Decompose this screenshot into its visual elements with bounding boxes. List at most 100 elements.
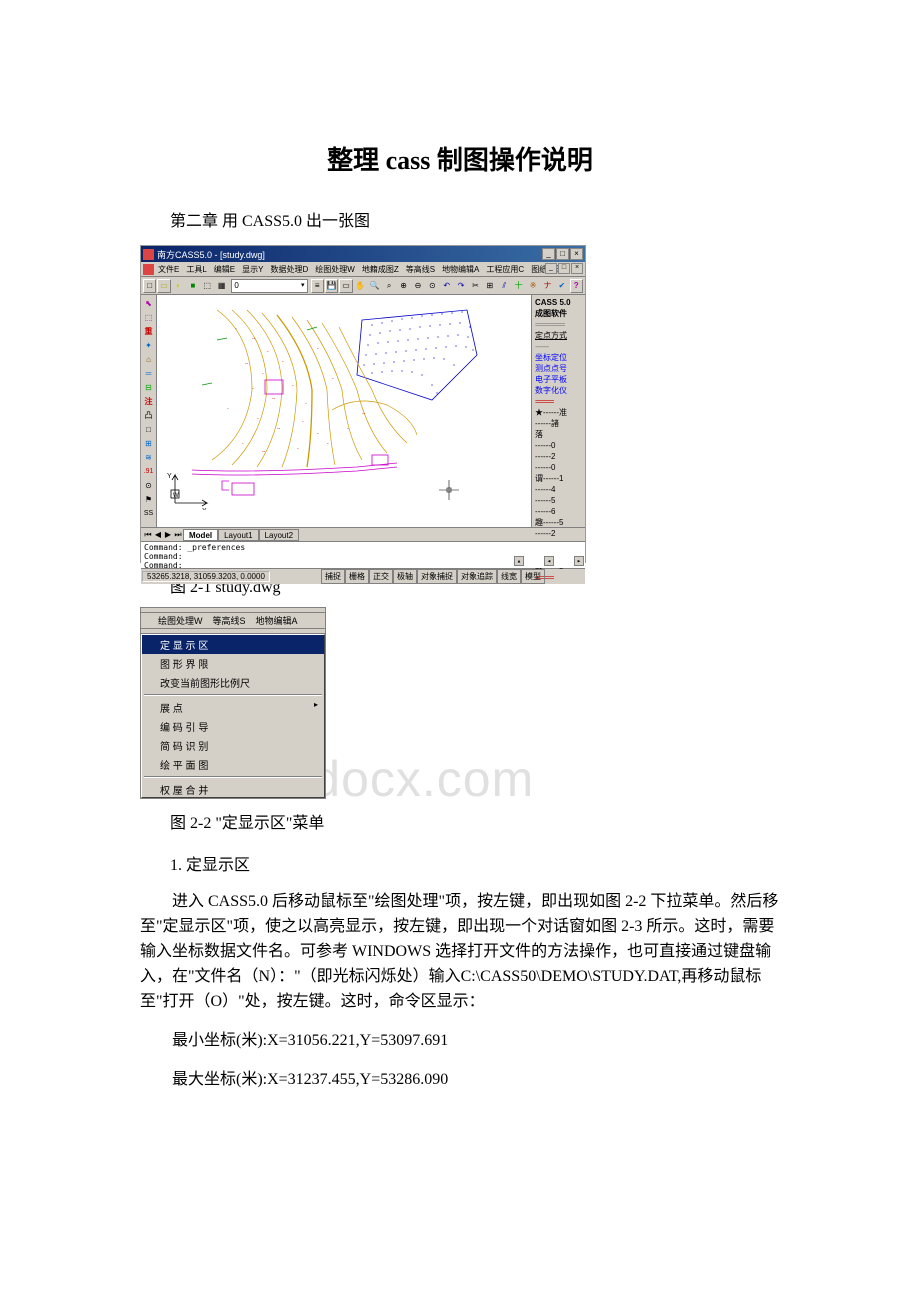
- lt-dash-icon[interactable]: ⊟: [142, 381, 155, 394]
- close-button[interactable]: ×: [570, 248, 583, 260]
- lt-box-icon[interactable]: □: [142, 423, 155, 436]
- osnap-toggle[interactable]: 对象捕捉: [417, 569, 457, 584]
- menu-item-code-rec[interactable]: 简 码 识 别: [142, 736, 324, 755]
- rp-item2[interactable]: 电子平板: [535, 374, 582, 385]
- menu-diji[interactable]: 地籍成图Z: [359, 263, 402, 276]
- tool-layer-icon[interactable]: ◐: [172, 279, 185, 293]
- rp-h3[interactable]: ------0: [535, 440, 582, 451]
- lt-sel-icon[interactable]: ⬚: [142, 311, 155, 324]
- tool-zoome-icon[interactable]: ⊙: [426, 279, 439, 293]
- layer-combo[interactable]: 0: [231, 279, 307, 293]
- tool-print-icon[interactable]: ▦: [215, 279, 228, 293]
- rp-h1[interactable]: ------諸: [535, 418, 582, 429]
- lt-line-icon[interactable]: ═: [142, 367, 155, 380]
- menu-tool[interactable]: 工具L: [183, 263, 209, 276]
- menu-item-plan[interactable]: 绘 平 面 图: [142, 755, 324, 774]
- tab-first-icon[interactable]: ⏮: [143, 530, 153, 540]
- tab-model[interactable]: Model: [183, 529, 218, 541]
- cmd-scroll-r-icon[interactable]: ▸: [574, 556, 584, 566]
- rp-h10[interactable]: 趣------5: [535, 517, 582, 528]
- rp-h2[interactable]: 落: [535, 429, 582, 440]
- rp-h0[interactable]: ★------准: [535, 407, 582, 418]
- rp-h5[interactable]: ------0: [535, 462, 582, 473]
- menu-eng[interactable]: 工程应用C: [483, 263, 527, 276]
- lt-wave-icon[interactable]: ≋: [142, 451, 155, 464]
- tool-help-icon[interactable]: ?: [570, 279, 583, 293]
- lt-txt1-icon[interactable]: 重: [142, 325, 155, 338]
- tool-lock-icon[interactable]: ⬚: [201, 279, 214, 293]
- lwt-toggle[interactable]: 线宽: [497, 569, 521, 584]
- otrack-toggle[interactable]: 对象追踪: [457, 569, 497, 584]
- rp-h7[interactable]: ------4: [535, 484, 582, 495]
- lt-grid-icon[interactable]: ⊞: [142, 437, 155, 450]
- rp-h9[interactable]: ------6: [535, 506, 582, 517]
- rp-item3[interactable]: 数字化仪: [535, 385, 582, 396]
- lt-cursor-icon[interactable]: ⬉: [142, 297, 155, 310]
- command-line[interactable]: Command: _preferences Command: Command: …: [141, 541, 585, 568]
- lt-91-icon[interactable]: .91: [142, 465, 155, 478]
- tab-next-icon[interactable]: ▶: [163, 530, 173, 539]
- rp-item1[interactable]: 测点点号: [535, 363, 582, 374]
- menu-item-code-guide[interactable]: 编 码 引 导: [142, 717, 324, 736]
- grid-toggle[interactable]: 栅格: [345, 569, 369, 584]
- ms-bar-contour[interactable]: 等高线S: [208, 613, 251, 628]
- tool-new-icon[interactable]: □: [143, 279, 156, 293]
- lt-ss-icon[interactable]: SS: [142, 507, 155, 520]
- minimize-button[interactable]: _: [542, 248, 555, 260]
- tool-zoomall-icon[interactable]: ⊕: [397, 279, 410, 293]
- ortho-toggle[interactable]: 正交: [369, 569, 393, 584]
- maximize-button[interactable]: □: [556, 248, 569, 260]
- tab-layout1[interactable]: Layout1: [218, 529, 258, 541]
- menu-item-limits[interactable]: 图 形 界 限: [142, 654, 324, 673]
- tool-folder-icon[interactable]: ▭: [339, 279, 352, 293]
- lt-rect-icon[interactable]: 凸: [142, 409, 155, 422]
- tool-zoomprev-icon[interactable]: ⊖: [411, 279, 424, 293]
- tool-m3-icon[interactable]: ※: [526, 279, 539, 293]
- menu-item-points[interactable]: 展 点: [142, 698, 324, 717]
- ms-bar-draw[interactable]: 绘图处理W: [153, 613, 208, 628]
- menu-view[interactable]: 显示Y: [239, 263, 266, 276]
- tool-zoomrt-icon[interactable]: 🔍: [368, 279, 381, 293]
- lt-circ-icon[interactable]: ⊙: [142, 479, 155, 492]
- lt-txt2-icon[interactable]: 注: [142, 395, 155, 408]
- tool-save-icon[interactable]: 💾: [325, 279, 338, 293]
- cmd-scroll-l-icon[interactable]: ◂: [544, 556, 554, 566]
- menu-draw[interactable]: 绘图处理W: [312, 263, 358, 276]
- tool-zoomw-icon[interactable]: ⌕: [382, 279, 395, 293]
- menu-objedit[interactable]: 地物编辑A: [439, 263, 482, 276]
- tab-prev-icon[interactable]: ◀: [153, 530, 163, 539]
- snap-toggle[interactable]: 捕捉: [321, 569, 345, 584]
- tab-last-icon[interactable]: ⏭: [173, 530, 183, 540]
- tool-m2-icon[interactable]: 十: [512, 279, 525, 293]
- lt-flag-icon[interactable]: ⚑: [142, 493, 155, 506]
- cmd-scroll-up-icon[interactable]: ▴: [514, 556, 524, 566]
- rp-h8[interactable]: ------5: [535, 495, 582, 506]
- tab-layout2[interactable]: Layout2: [259, 529, 299, 541]
- tool-cut-icon[interactable]: ✂: [469, 279, 482, 293]
- polar-toggle[interactable]: 极轴: [393, 569, 417, 584]
- ms-bar-edit[interactable]: 地物编辑A: [251, 613, 303, 628]
- menu-file[interactable]: 文件E: [155, 263, 182, 276]
- tool-pan-icon[interactable]: ✋: [354, 279, 367, 293]
- tool-m1-icon[interactable]: ⫽: [498, 279, 511, 293]
- model-toggle[interactable]: 模型: [521, 569, 545, 584]
- menu-contour[interactable]: 等高线S: [403, 263, 438, 276]
- menu-item-merge[interactable]: 权 屋 合 并: [142, 780, 324, 797]
- tool-redo-icon[interactable]: ↷: [454, 279, 467, 293]
- rp-h6[interactable]: 谓------1: [535, 473, 582, 484]
- tool-dim-icon[interactable]: ⊞: [483, 279, 496, 293]
- drawing-canvas[interactable]: -------- -------- ------- ------: [157, 295, 531, 527]
- lt-house-icon[interactable]: ⌂: [142, 353, 155, 366]
- tool-m4-icon[interactable]: ナ: [541, 279, 554, 293]
- menu-edit[interactable]: 编辑E: [211, 263, 238, 276]
- rp-h11[interactable]: ------2: [535, 528, 582, 539]
- tool-open-icon[interactable]: ▭: [157, 279, 170, 293]
- tool-undo-icon[interactable]: ↶: [440, 279, 453, 293]
- lt-pt-icon[interactable]: ✦: [142, 339, 155, 352]
- tool-m5-icon[interactable]: ✔: [555, 279, 568, 293]
- mdi-max[interactable]: □: [558, 263, 570, 274]
- menu-data[interactable]: 数据处理D: [267, 263, 311, 276]
- tool-color-icon[interactable]: ■: [186, 279, 199, 293]
- menu-item-display-area[interactable]: 定 显 示 区: [142, 635, 324, 654]
- rp-item0[interactable]: 坐标定位: [535, 352, 582, 363]
